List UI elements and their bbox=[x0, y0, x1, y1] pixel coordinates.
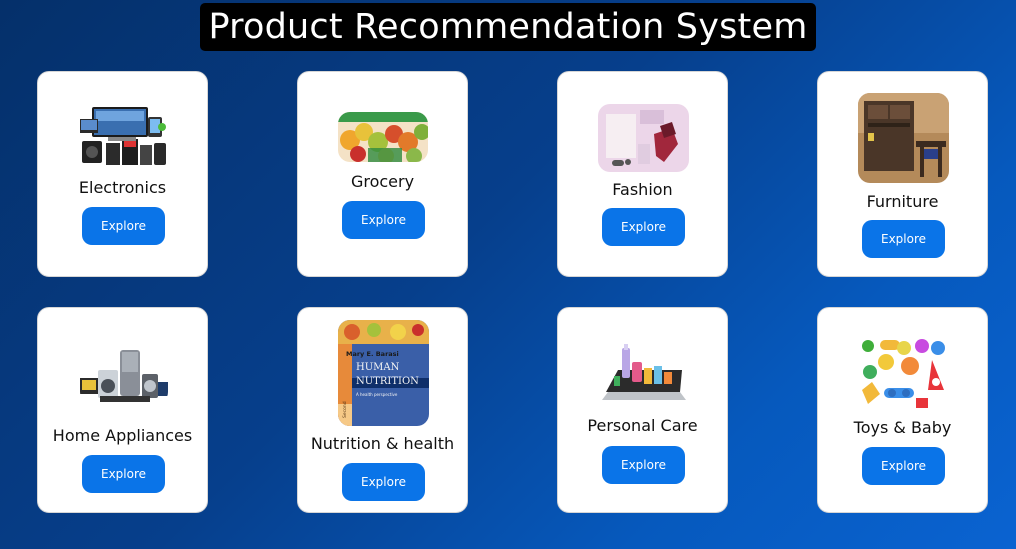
explore-button-toys-baby[interactable]: Explore bbox=[862, 447, 945, 485]
category-label: Toys & Baby bbox=[853, 418, 952, 437]
category-label: Furniture bbox=[866, 192, 939, 211]
category-label: Fashion bbox=[612, 180, 673, 199]
explore-button-electronics[interactable]: Explore bbox=[82, 207, 165, 245]
category-label: Grocery bbox=[350, 172, 415, 191]
explore-button-home-appliances[interactable]: Explore bbox=[82, 455, 165, 493]
book-title-line2: NUTRITION bbox=[356, 376, 419, 387]
electronics-image bbox=[78, 105, 168, 171]
category-card-personal-care[interactable]: Personal Care Explore bbox=[557, 307, 728, 513]
category-card-toys-baby[interactable]: Toys & Baby Explore bbox=[817, 307, 988, 513]
nutrition-book-image: Mary E. Barasi HUMAN NUTRITION A health … bbox=[338, 320, 429, 426]
explore-button-grocery[interactable]: Explore bbox=[342, 201, 425, 239]
book-edition: Second bbox=[342, 401, 348, 418]
category-label: Personal Care bbox=[587, 416, 698, 435]
explore-button-furniture[interactable]: Explore bbox=[862, 220, 945, 258]
category-card-grocery[interactable]: Grocery Explore bbox=[297, 71, 468, 277]
category-card-home-appliances[interactable]: Home Appliances Explore bbox=[37, 307, 208, 513]
category-label: Home Appliances bbox=[52, 426, 193, 445]
personal-care-image bbox=[600, 342, 688, 406]
grocery-image bbox=[338, 112, 428, 162]
category-card-furniture[interactable]: Furniture Explore bbox=[817, 71, 988, 277]
category-label: Electronics bbox=[78, 178, 167, 197]
furniture-image bbox=[858, 93, 949, 183]
book-title-line1: HUMAN bbox=[356, 362, 400, 373]
category-card-nutrition-health[interactable]: Mary E. Barasi HUMAN NUTRITION A health … bbox=[297, 307, 468, 513]
toys-image bbox=[858, 338, 950, 414]
book-subtitle: A health perspective bbox=[356, 392, 398, 397]
category-card-electronics[interactable]: Electronics Explore bbox=[37, 71, 208, 277]
fashion-image bbox=[598, 104, 689, 172]
explore-button-nutrition-health[interactable]: Explore bbox=[342, 463, 425, 501]
home-appliances-image bbox=[80, 348, 168, 404]
category-card-fashion[interactable]: Fashion Explore bbox=[557, 71, 728, 277]
explore-button-fashion[interactable]: Explore bbox=[602, 208, 685, 246]
explore-button-personal-care[interactable]: Explore bbox=[602, 446, 685, 484]
page-title: Product Recommendation System bbox=[200, 3, 816, 51]
category-label: Nutrition & health bbox=[310, 434, 455, 453]
book-author: Mary E. Barasi bbox=[346, 350, 399, 358]
title-wrapper: Product Recommendation System bbox=[0, 3, 1016, 51]
